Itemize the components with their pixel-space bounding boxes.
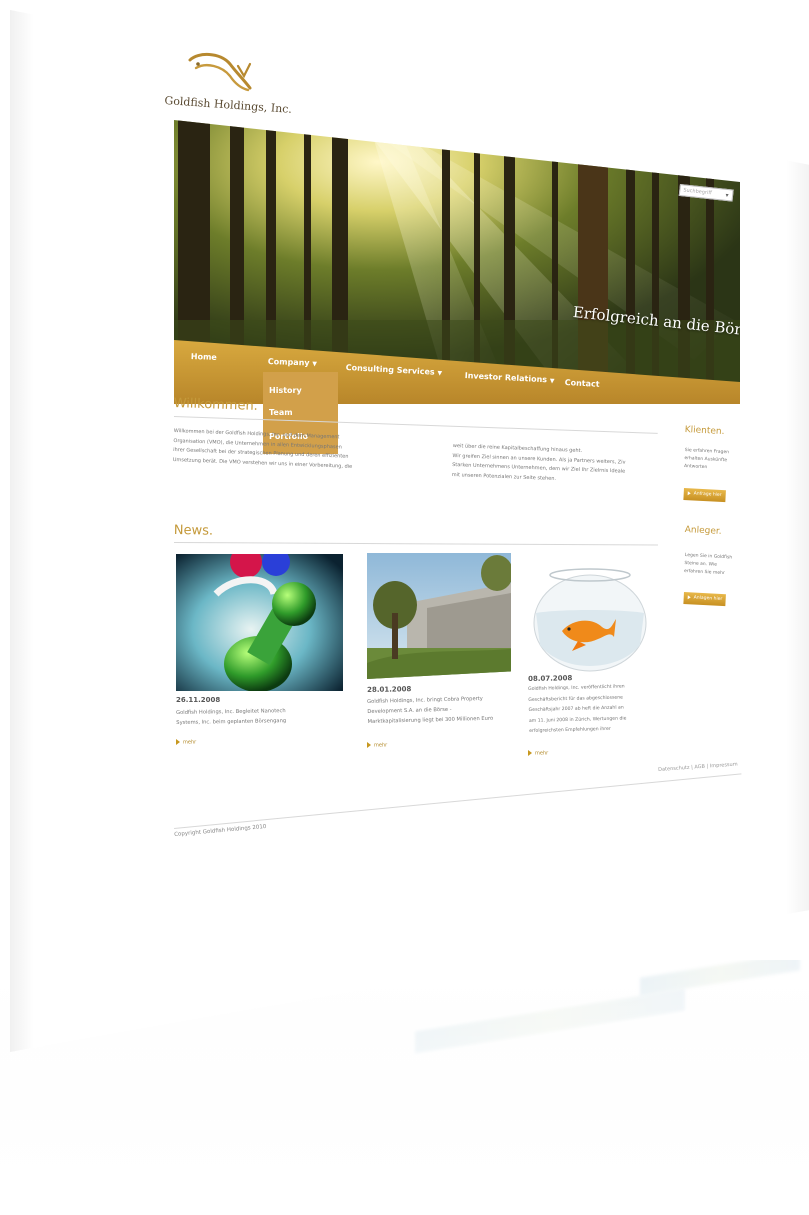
footer-divider xyxy=(174,773,742,829)
chevron-down-icon: ▼ xyxy=(437,369,443,378)
welcome-text-col1: Willkommen bei der Goldfish Holdings, In… xyxy=(172,427,353,470)
footer-link-terms[interactable]: AGB xyxy=(694,764,705,771)
news-date: 08.07.2008 xyxy=(528,674,573,683)
welcome-heading: Willkommen. xyxy=(173,396,259,414)
news-divider xyxy=(173,542,658,546)
welcome-text-col2: weit über die reine Kapitalbeschaffung h… xyxy=(451,442,626,482)
website-page: Goldfish Holdings, Inc. Suchbegriff ▾ Er… xyxy=(10,10,809,1052)
dropdown-item-history[interactable]: History xyxy=(269,386,302,395)
showcase-stage: Goldfish Holdings, Inc. Suchbegriff ▾ Er… xyxy=(0,0,809,1215)
footer-links: Datenschutz | AGB | Impressum xyxy=(658,761,738,773)
clients-heading: Klienten. xyxy=(684,425,725,438)
nav-home[interactable]: Home xyxy=(191,352,217,362)
news-image-molecule[interactable] xyxy=(176,554,343,691)
news-image-building[interactable] xyxy=(367,553,511,679)
clients-inquiry-button[interactable]: Anfrage hier xyxy=(683,488,726,503)
nav-company[interactable]: Company ▼ xyxy=(268,357,317,368)
news-heading: News. xyxy=(173,523,214,539)
search-button-icon[interactable]: ▾ xyxy=(723,191,732,201)
news-text: Goldfish Holdings, Inc. Begleitet Nanote… xyxy=(176,708,287,726)
news-more-link[interactable]: mehr xyxy=(367,742,387,749)
arrow-right-icon xyxy=(176,739,180,745)
nav-contact[interactable]: Contact xyxy=(565,378,600,389)
chevron-down-icon: ▼ xyxy=(549,377,555,385)
investors-text: Legen Sie in Goldfish Steine an. Wie erf… xyxy=(683,552,733,577)
news-text: Goldfish Holdings, Inc. veröffentlicht i… xyxy=(528,684,627,734)
arrow-right-icon xyxy=(687,594,691,599)
investors-button[interactable]: Anlagen hier xyxy=(683,592,726,607)
footer-link-privacy[interactable]: Datenschutz xyxy=(658,765,690,773)
chevron-down-icon: ▼ xyxy=(312,360,318,368)
news-more-link[interactable]: mehr xyxy=(528,750,548,757)
dropdown-item-team[interactable]: Team xyxy=(269,408,293,417)
clients-text: Sie erfahren Fragen erhalten Auskünfte A… xyxy=(683,447,730,471)
arrow-right-icon xyxy=(528,750,532,756)
news-more-link[interactable]: mehr xyxy=(176,739,196,746)
news-date: 26.11.2008 xyxy=(176,696,221,704)
investors-heading: Anleger. xyxy=(684,525,722,537)
arrow-right-icon xyxy=(687,490,691,495)
news-text: Goldfish Holdings, Inc. bringt Cobra Pro… xyxy=(367,695,494,725)
arrow-right-icon xyxy=(367,742,371,748)
footer-link-imprint[interactable]: Impressum xyxy=(710,761,738,769)
news-date: 28.01.2008 xyxy=(367,685,412,694)
news-image-goldfish-bowl[interactable] xyxy=(528,555,648,675)
